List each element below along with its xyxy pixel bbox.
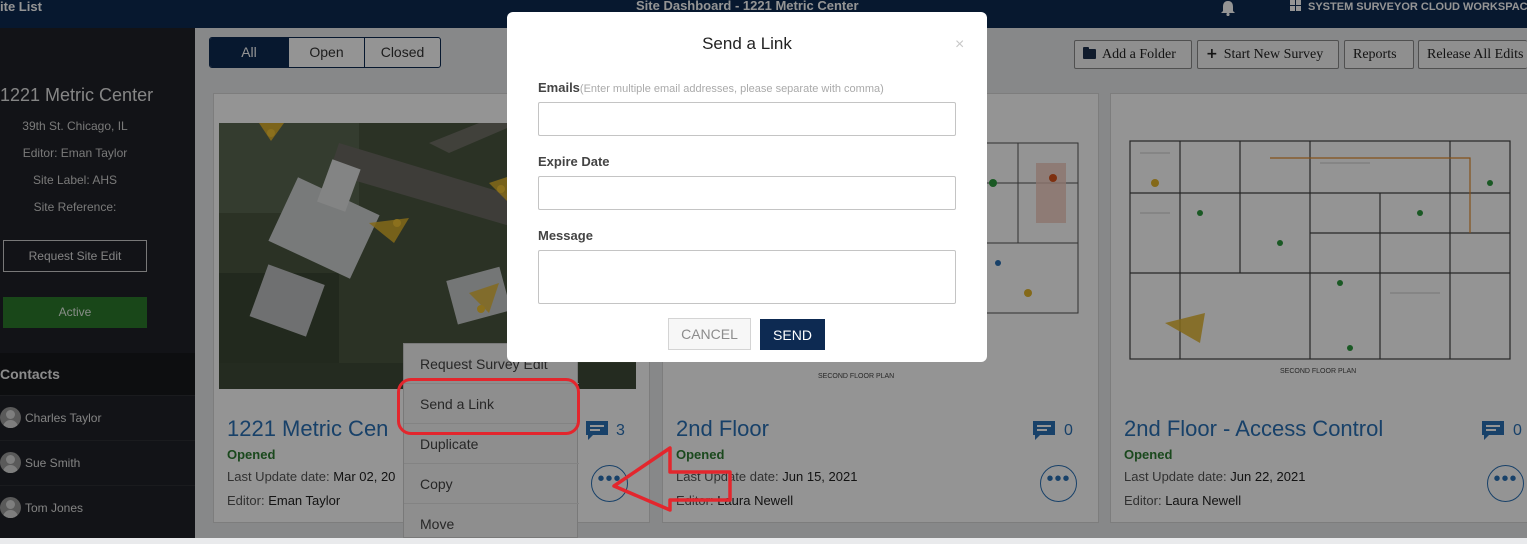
modal-title: Send a Link bbox=[702, 34, 792, 53]
annotation-highlight bbox=[397, 378, 580, 435]
message-textarea[interactable] bbox=[538, 250, 956, 304]
emails-label: Emails(Enter multiple email addresses, p… bbox=[538, 80, 884, 95]
close-icon[interactable]: × bbox=[955, 36, 964, 54]
emails-hint: (Enter multiple email addresses, please … bbox=[579, 83, 884, 95]
send-link-modal: Send a Link × Emails(Enter multiple emai… bbox=[507, 12, 987, 362]
annotation-arrow-icon bbox=[612, 446, 732, 512]
message-label: Message bbox=[538, 228, 593, 243]
send-button[interactable]: SEND bbox=[760, 319, 825, 350]
emails-input[interactable] bbox=[538, 102, 956, 136]
cancel-button[interactable]: CANCEL bbox=[668, 318, 751, 350]
expire-date-input[interactable] bbox=[538, 176, 956, 210]
expire-date-label: Expire Date bbox=[538, 154, 610, 169]
